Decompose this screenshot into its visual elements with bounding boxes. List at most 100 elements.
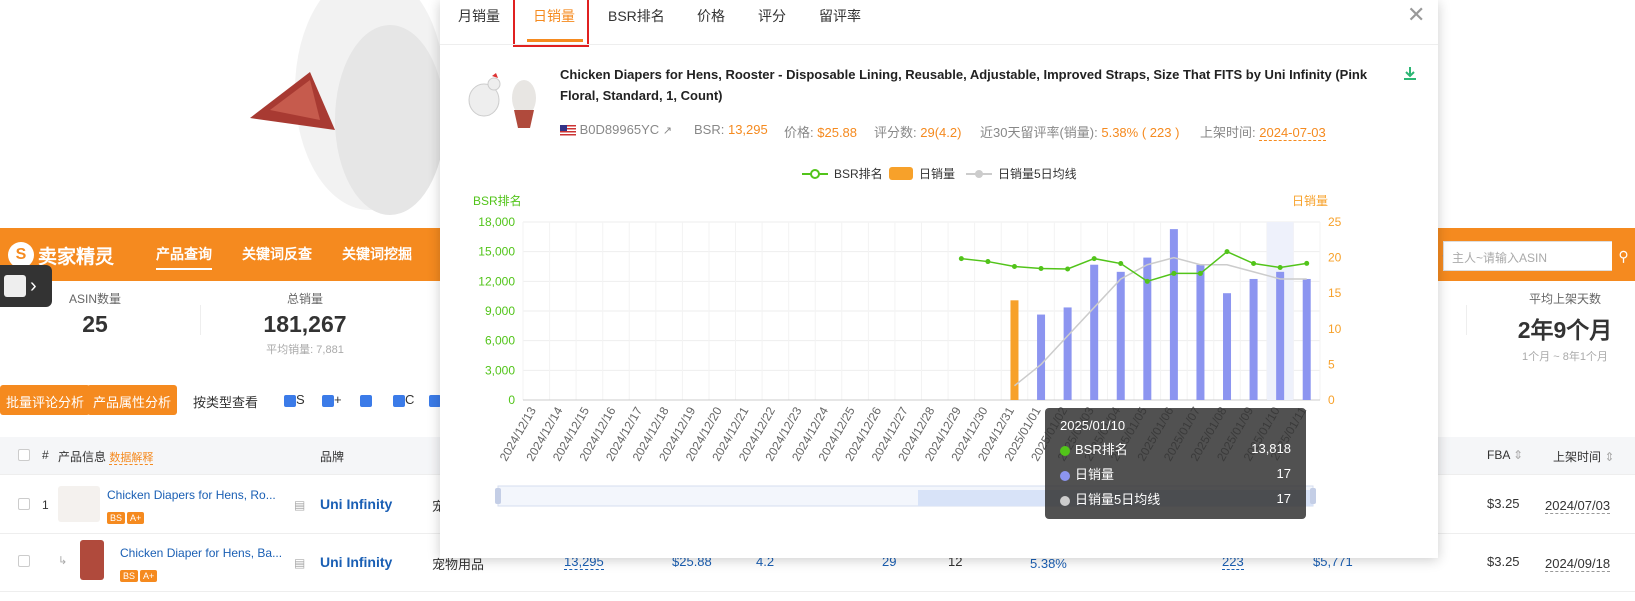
document-icon[interactable]: ▤ bbox=[294, 498, 305, 512]
legend-line-icon bbox=[802, 168, 828, 179]
sales-bar bbox=[1276, 271, 1285, 400]
sales-bar bbox=[1063, 307, 1072, 400]
col-header-brand[interactable]: 品牌 bbox=[320, 448, 344, 465]
sales-bar bbox=[1249, 278, 1258, 400]
y-tick-left: 9,000 bbox=[485, 304, 515, 318]
checkbox-icon bbox=[322, 394, 334, 407]
product-title-link[interactable]: Chicken Diapers for Hens, Ro... bbox=[107, 488, 276, 502]
chevron-right-icon: › bbox=[30, 274, 37, 297]
download-icon[interactable] bbox=[1403, 66, 1417, 80]
stat-avg-listing-days: 平均上架天数 2年9个月 1个月 ~ 8年1个月 bbox=[1505, 290, 1625, 364]
tooltip-row-5day-avg: 日销量5日均线 17 bbox=[1060, 489, 1291, 508]
tab-review-rate[interactable]: 留评率 bbox=[819, 6, 861, 26]
brand-link[interactable]: Uni Infinity bbox=[320, 554, 392, 570]
y-tick-left: 6,000 bbox=[485, 334, 515, 348]
y-tick-left: 3,000 bbox=[485, 363, 515, 377]
side-drawer-tab[interactable]: › bbox=[0, 265, 52, 307]
product-title-link[interactable]: Chicken Diaper for Hens, Ba... bbox=[120, 546, 282, 560]
product-attribute-analysis-button[interactable]: 产品属性分析 bbox=[87, 385, 178, 415]
chart-tooltip: 2025/01/10 BSR排名 13,818 日销量 17 日销量5日均线 17 bbox=[1045, 408, 1306, 519]
highlight-box bbox=[513, 0, 589, 47]
price-info: 价格: $25.88 bbox=[784, 125, 858, 140]
select-all-checkbox[interactable] bbox=[18, 449, 30, 461]
asin-search-input[interactable]: 主人~请输入ASIN bbox=[1443, 241, 1615, 271]
batch-review-analysis-button[interactable]: 批量评论分析 bbox=[0, 385, 91, 415]
stat-label: 平均上架天数 bbox=[1528, 292, 1601, 306]
fba-fee: $3.25 bbox=[1487, 496, 1520, 511]
bsr-info: BSR: 13,295 bbox=[694, 122, 768, 137]
variant-arrow-icon: ↳ bbox=[58, 555, 68, 567]
tab-price[interactable]: 价格 bbox=[697, 6, 725, 26]
sales-bar bbox=[1090, 264, 1099, 400]
close-icon[interactable]: ✕ bbox=[1407, 2, 1425, 28]
stat-label: 总销量 bbox=[286, 292, 323, 306]
divider bbox=[1466, 305, 1467, 335]
bsr-point bbox=[985, 259, 991, 265]
y-tick-right: 15 bbox=[1328, 286, 1342, 300]
col-header-fba[interactable]: FBA ⇕ bbox=[1487, 448, 1523, 462]
stat-sub: 平均销量: 7,881 bbox=[266, 344, 344, 356]
tooltip-row-daily-sales: 日销量 17 bbox=[1060, 464, 1291, 483]
bsr-point bbox=[1251, 261, 1257, 267]
sales-bar bbox=[1223, 293, 1232, 400]
bsr-point bbox=[1011, 264, 1017, 269]
y-tick-left: 15,000 bbox=[478, 245, 515, 259]
filter-checkbox[interactable]: + bbox=[322, 392, 342, 407]
asin-info[interactable]: B0D89965YC ↗ bbox=[560, 122, 672, 137]
y-tick-left: 0 bbox=[508, 393, 515, 407]
product-badges: BS A+ bbox=[107, 508, 146, 526]
sales-bar bbox=[1169, 229, 1178, 400]
checkbox-icon bbox=[360, 394, 372, 407]
col-header-listing-date[interactable]: 上架时间 ⇕ bbox=[1553, 448, 1614, 465]
nav-link-keyword-reverse[interactable]: 关键词反查 bbox=[242, 244, 312, 264]
filter-checkbox[interactable] bbox=[360, 392, 372, 407]
external-link-icon[interactable]: ↗ bbox=[663, 125, 672, 137]
y-tick-right: 0 bbox=[1328, 393, 1335, 407]
nav-link-keyword-mining[interactable]: 关键词挖掘 bbox=[342, 244, 412, 264]
row-checkbox[interactable] bbox=[18, 498, 30, 510]
document-icon[interactable]: ▤ bbox=[294, 556, 305, 570]
y-tick-right: 10 bbox=[1328, 322, 1342, 336]
y-tick-left: 12,000 bbox=[478, 274, 515, 288]
filter-checkbox[interactable]: S bbox=[284, 392, 305, 407]
stat-total-sales: 总销量 181,267 平均销量: 7,881 bbox=[245, 290, 365, 357]
stat-asin-count: ASIN数量 25 bbox=[55, 290, 135, 338]
bsr-point bbox=[1197, 270, 1203, 276]
legend-daily-sales[interactable]: 日销量 bbox=[889, 165, 955, 182]
col-header-product-info: 产品信息 数据解释 bbox=[58, 450, 154, 465]
product-thumbnail[interactable] bbox=[80, 540, 104, 580]
view-by-type-label: 按类型查看 bbox=[193, 395, 259, 410]
sales-bar bbox=[1116, 271, 1125, 400]
row-checkbox[interactable] bbox=[18, 555, 30, 567]
filter-checkbox[interactable]: C bbox=[393, 392, 414, 407]
checkbox-icon bbox=[284, 394, 296, 407]
legend-bsr[interactable]: BSR排名 bbox=[802, 165, 883, 182]
fba-fee: $3.25 bbox=[1487, 554, 1520, 569]
y-tick-left: 18,000 bbox=[478, 215, 515, 229]
stat-label: ASIN数量 bbox=[68, 292, 121, 306]
bsr-point bbox=[1065, 266, 1071, 272]
logo-text: 卖家精灵 bbox=[38, 246, 115, 268]
bsr-point bbox=[1171, 270, 1177, 276]
product-badges: BS A+ bbox=[120, 566, 159, 584]
product-thumbnail[interactable] bbox=[58, 486, 100, 522]
legend-line-icon bbox=[966, 169, 992, 178]
tab-rating[interactable]: 评分 bbox=[758, 6, 786, 26]
search-button[interactable]: ⚲ bbox=[1612, 241, 1635, 271]
tab-monthly-sales[interactable]: 月销量 bbox=[458, 6, 500, 26]
bsr-point bbox=[1091, 256, 1097, 262]
sales-bar bbox=[1196, 264, 1205, 400]
review-rate: 5.38% bbox=[1030, 556, 1067, 571]
bsr-point bbox=[1144, 278, 1150, 284]
bsr-point bbox=[1224, 249, 1230, 255]
tab-divider bbox=[440, 44, 1438, 45]
legend-5day-avg[interactable]: 日销量5日均线 bbox=[966, 165, 1077, 182]
nav-link-product-search[interactable]: 产品查询 bbox=[156, 244, 212, 270]
bsr-point bbox=[1304, 260, 1310, 266]
brand-link[interactable]: Uni Infinity bbox=[320, 496, 392, 512]
product-photo bbox=[250, 0, 440, 215]
tab-bsr-rank[interactable]: BSR排名 bbox=[608, 6, 665, 26]
product-image bbox=[468, 73, 536, 128]
asin-value[interactable]: B0D89965YC bbox=[580, 122, 660, 137]
data-explanation-link[interactable]: 数据解释 bbox=[109, 452, 154, 465]
